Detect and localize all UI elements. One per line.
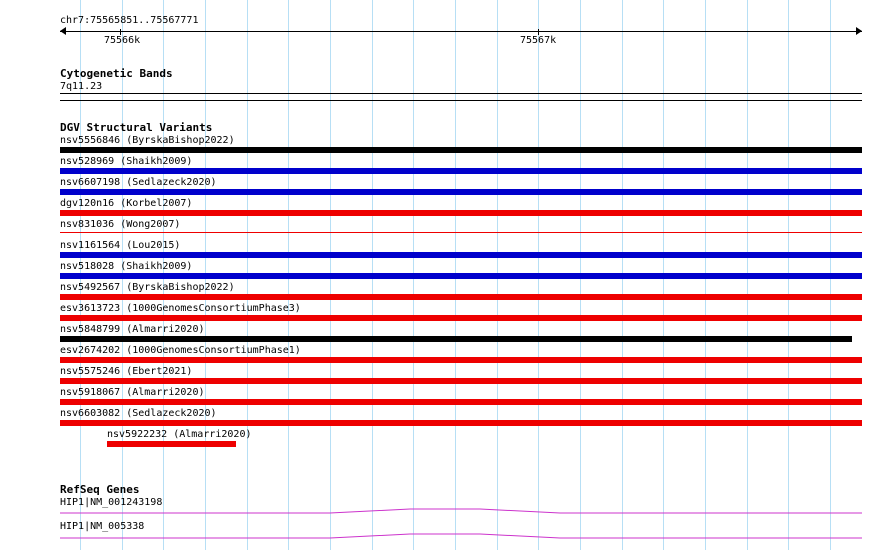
gene-intron-line[interactable] bbox=[60, 508, 862, 514]
gene-intron-line[interactable] bbox=[60, 533, 862, 539]
refseq-gene-features bbox=[60, 508, 862, 539]
